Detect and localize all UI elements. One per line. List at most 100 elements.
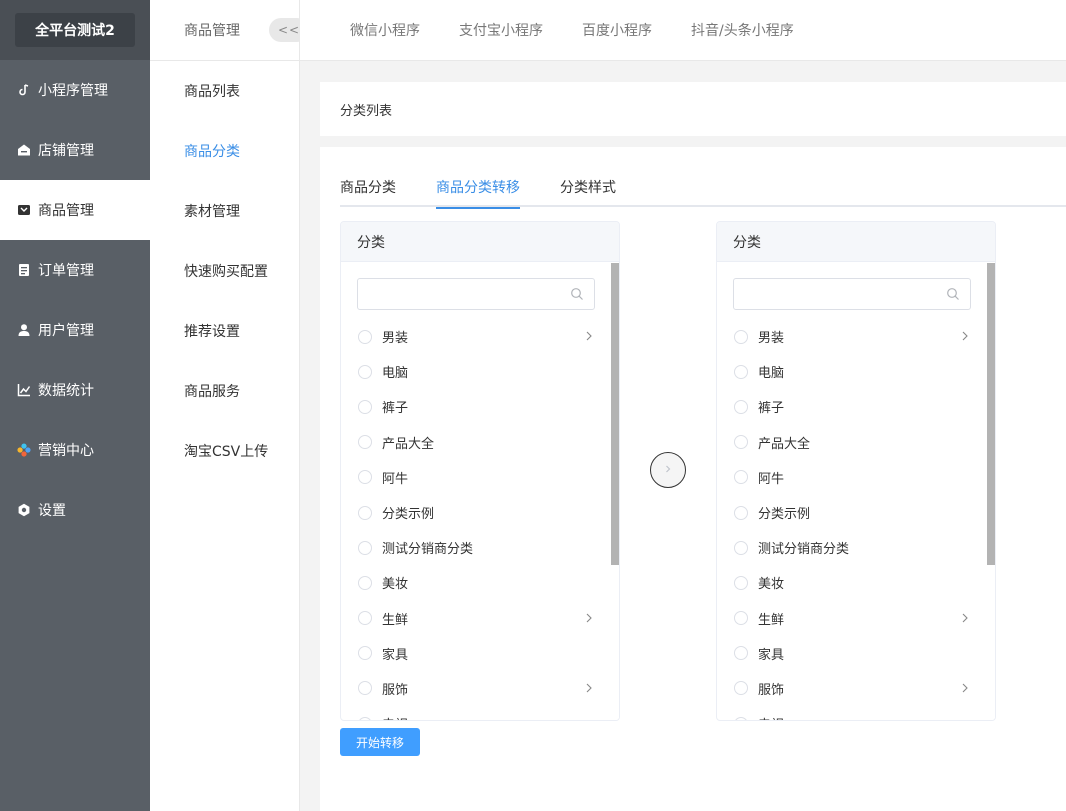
radio-button[interactable] <box>358 435 372 450</box>
subbar-item-taobao-csv[interactable]: 淘宝CSV上传 <box>150 421 299 481</box>
radio-button[interactable] <box>358 505 372 520</box>
radio-button[interactable] <box>358 329 372 344</box>
sidebar-item-order[interactable]: 订单管理 <box>0 240 150 300</box>
target-search-input[interactable] <box>733 278 971 310</box>
radio-button[interactable] <box>734 505 748 520</box>
subbar-item-goods-list[interactable]: 商品列表 <box>150 61 299 121</box>
radio-button[interactable] <box>734 364 748 379</box>
list-item[interactable]: 服饰 <box>717 671 987 706</box>
order-icon <box>17 263 31 277</box>
radio-button[interactable] <box>734 646 748 661</box>
list-item[interactable]: 家具 <box>341 636 611 671</box>
list-item[interactable]: 分类示例 <box>717 495 987 530</box>
list-item[interactable]: 电脑 <box>341 354 611 389</box>
source-category-list: 男装电脑裤子产品大全阿牛分类示例测试分销商分类美妆生鲜家具服饰电视 <box>341 319 611 720</box>
subbar-item-recommend[interactable]: 推荐设置 <box>150 301 299 361</box>
list-item[interactable]: 家具 <box>717 636 987 671</box>
list-item[interactable]: 电视 <box>341 706 611 720</box>
radio-button[interactable] <box>734 681 748 696</box>
radio-button[interactable] <box>734 716 748 720</box>
brand-title[interactable]: 全平台测试2 <box>15 13 135 47</box>
tab-baidu[interactable]: 百度小程序 <box>582 20 652 40</box>
list-item[interactable]: 美妆 <box>717 565 987 600</box>
target-category-list: 男装电脑裤子产品大全阿牛分类示例测试分销商分类美妆生鲜家具服饰电视 <box>717 319 987 720</box>
list-item[interactable]: 裤子 <box>341 389 611 424</box>
chevron-right-icon[interactable] <box>584 682 594 694</box>
sidebar-item-settings[interactable]: 设置 <box>0 480 150 540</box>
chevron-right-icon[interactable] <box>960 612 970 624</box>
radio-button[interactable] <box>734 435 748 450</box>
list-item[interactable]: 产品大全 <box>717 425 987 460</box>
tab-category-style[interactable]: 分类样式 <box>560 177 616 207</box>
sidebar-item-store[interactable]: 店铺管理 <box>0 120 150 180</box>
list-item[interactable]: 裤子 <box>717 389 987 424</box>
list-item-label: 电视 <box>382 714 408 720</box>
list-item-label: 阿牛 <box>382 471 409 487</box>
secondary-sidebar: 商品管理 << 商品列表 商品分类 素材管理 快速购买配置 推荐设置 商品服务 … <box>150 0 309 811</box>
transfer-right-button[interactable] <box>650 452 686 488</box>
radio-button[interactable] <box>358 716 372 720</box>
radio-button[interactable] <box>734 611 748 626</box>
sidebar-item-marketing[interactable]: 营销中心 <box>0 420 150 480</box>
subbar-item-quick-buy[interactable]: 快速购买配置 <box>150 241 299 301</box>
transfer-target-title: 分类 <box>717 222 995 262</box>
sidebar-item-user[interactable]: 用户管理 <box>0 300 150 360</box>
radio-button[interactable] <box>734 575 748 590</box>
list-item-label: 家具 <box>382 647 409 663</box>
radio-button[interactable] <box>358 399 372 414</box>
scrollbar-thumb[interactable] <box>611 263 619 565</box>
radio-button[interactable] <box>358 470 372 485</box>
target-scrollbar[interactable] <box>987 263 995 720</box>
scrollbar-thumb[interactable] <box>987 263 995 565</box>
sidebar-item-goods[interactable]: 商品管理 <box>0 180 150 240</box>
list-item-label: 分类示例 <box>382 507 435 523</box>
list-item[interactable]: 电视 <box>717 706 987 720</box>
list-item[interactable]: 生鲜 <box>717 601 987 636</box>
tab-douyin[interactable]: 抖音/头条小程序 <box>691 20 794 40</box>
list-item[interactable]: 服饰 <box>341 671 611 706</box>
chevron-right-icon[interactable] <box>584 612 594 624</box>
chevron-right-icon[interactable] <box>960 330 970 342</box>
list-item[interactable]: 测试分销商分类 <box>717 530 987 565</box>
list-item[interactable]: 产品大全 <box>341 425 611 460</box>
list-item[interactable]: 阿牛 <box>341 460 611 495</box>
start-transfer-button[interactable]: 开始转移 <box>340 728 420 756</box>
sidebar-item-miniprogram[interactable]: 小程序管理 <box>0 60 150 120</box>
list-item[interactable]: 美妆 <box>341 565 611 600</box>
radio-button[interactable] <box>734 399 748 414</box>
chevron-right-icon[interactable] <box>960 682 970 694</box>
sidebar-item-stats[interactable]: 数据统计 <box>0 360 150 420</box>
radio-button[interactable] <box>734 470 748 485</box>
subbar-item-goods-category[interactable]: 商品分类 <box>150 121 299 181</box>
list-item-label: 美妆 <box>758 577 785 593</box>
tab-wechat[interactable]: 微信小程序 <box>350 20 420 40</box>
list-item[interactable]: 男装 <box>341 319 611 354</box>
radio-button[interactable] <box>358 540 372 555</box>
sidebar-item-label: 设置 <box>38 503 66 519</box>
radio-button[interactable] <box>734 540 748 555</box>
list-item[interactable]: 生鲜 <box>341 601 611 636</box>
subbar-item-service[interactable]: 商品服务 <box>150 361 299 421</box>
list-item-label: 阿牛 <box>758 471 785 487</box>
source-search-input[interactable] <box>357 278 595 310</box>
sidebar-item-label: 商品管理 <box>38 203 94 219</box>
radio-button[interactable] <box>358 364 372 379</box>
list-item[interactable]: 分类示例 <box>341 495 611 530</box>
chevron-right-icon[interactable] <box>584 330 594 342</box>
list-item[interactable]: 男装 <box>717 319 987 354</box>
tab-alipay[interactable]: 支付宝小程序 <box>459 20 543 40</box>
page-title: 分类列表 <box>320 82 1066 136</box>
radio-button[interactable] <box>358 611 372 626</box>
tab-goods-category[interactable]: 商品分类 <box>340 177 396 207</box>
subbar-item-material[interactable]: 素材管理 <box>150 181 299 241</box>
radio-button[interactable] <box>358 575 372 590</box>
source-scrollbar[interactable] <box>611 263 619 720</box>
radio-button[interactable] <box>358 681 372 696</box>
radio-button[interactable] <box>358 646 372 661</box>
list-item[interactable]: 阿牛 <box>717 460 987 495</box>
list-item[interactable]: 测试分销商分类 <box>341 530 611 565</box>
list-item[interactable]: 电脑 <box>717 354 987 389</box>
tab-category-transfer[interactable]: 商品分类转移 <box>436 177 520 209</box>
search-icon <box>946 287 960 301</box>
radio-button[interactable] <box>734 329 748 344</box>
